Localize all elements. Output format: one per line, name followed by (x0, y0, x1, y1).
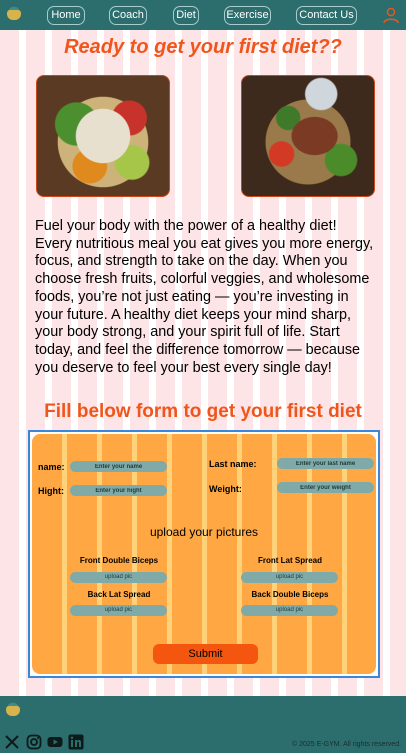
top-nav: Home Coach Diet Exercise Contact Us (0, 0, 406, 30)
footer-logo-icon (2, 700, 24, 722)
diet-form: name: Last name: Hight: Weight: upload y… (32, 434, 376, 674)
instagram-icon[interactable] (26, 734, 42, 750)
hight-label: Hight: (38, 486, 64, 496)
youtube-icon[interactable] (47, 734, 63, 750)
back-lat-spread-label: Back Lat Spread (87, 590, 151, 599)
name-input[interactable] (70, 461, 167, 472)
x-icon[interactable] (4, 734, 20, 750)
upload-front-lat-spread-button[interactable]: upload pic (241, 572, 338, 583)
diet-form-frame: name: Last name: Hight: Weight: upload y… (28, 430, 380, 678)
form-heading: Fill below form to get your first diet (44, 401, 362, 422)
upload-back-lat-spread-button[interactable]: upload pic (70, 605, 167, 616)
user-icon[interactable] (382, 6, 400, 24)
nav-diet[interactable]: Diet (173, 6, 199, 25)
name-label: name: (38, 462, 65, 472)
upload-back-double-biceps-button[interactable]: upload pic (241, 605, 338, 616)
nav-exercise[interactable]: Exercise (224, 6, 271, 25)
nav-home[interactable]: Home (47, 6, 85, 25)
steak-plate-image (241, 75, 375, 197)
salad-bowl-image (36, 75, 170, 197)
weight-input[interactable] (277, 482, 374, 493)
page-title: Ready to get your first diet?? (64, 36, 342, 58)
weight-label: Weight: (209, 484, 242, 494)
gym-logo-icon[interactable] (3, 4, 25, 26)
lastname-input[interactable] (277, 458, 374, 469)
front-lat-spread-label: Front Lat Spread (257, 556, 322, 565)
intro-paragraph: Fuel your body with the power of a healt… (35, 218, 374, 376)
copyright-text: © 2025 E-GYM. All rights reserved. (292, 741, 402, 748)
upload-front-double-biceps-button[interactable]: upload pic (70, 572, 167, 583)
lastname-label: Last name: (209, 459, 257, 469)
submit-button[interactable]: Submit (153, 644, 258, 664)
hight-input[interactable] (70, 485, 167, 496)
nav-contact-us[interactable]: Contact Us (296, 6, 357, 25)
linkedin-icon[interactable] (68, 734, 84, 750)
upload-title: upload your pictures (149, 525, 259, 539)
front-double-biceps-label: Front Double Biceps (79, 556, 159, 565)
footer: © 2025 E-GYM. All rights reserved. (0, 696, 406, 753)
nav-coach[interactable]: Coach (109, 6, 147, 25)
back-double-biceps-label: Back Double Biceps (251, 590, 329, 599)
